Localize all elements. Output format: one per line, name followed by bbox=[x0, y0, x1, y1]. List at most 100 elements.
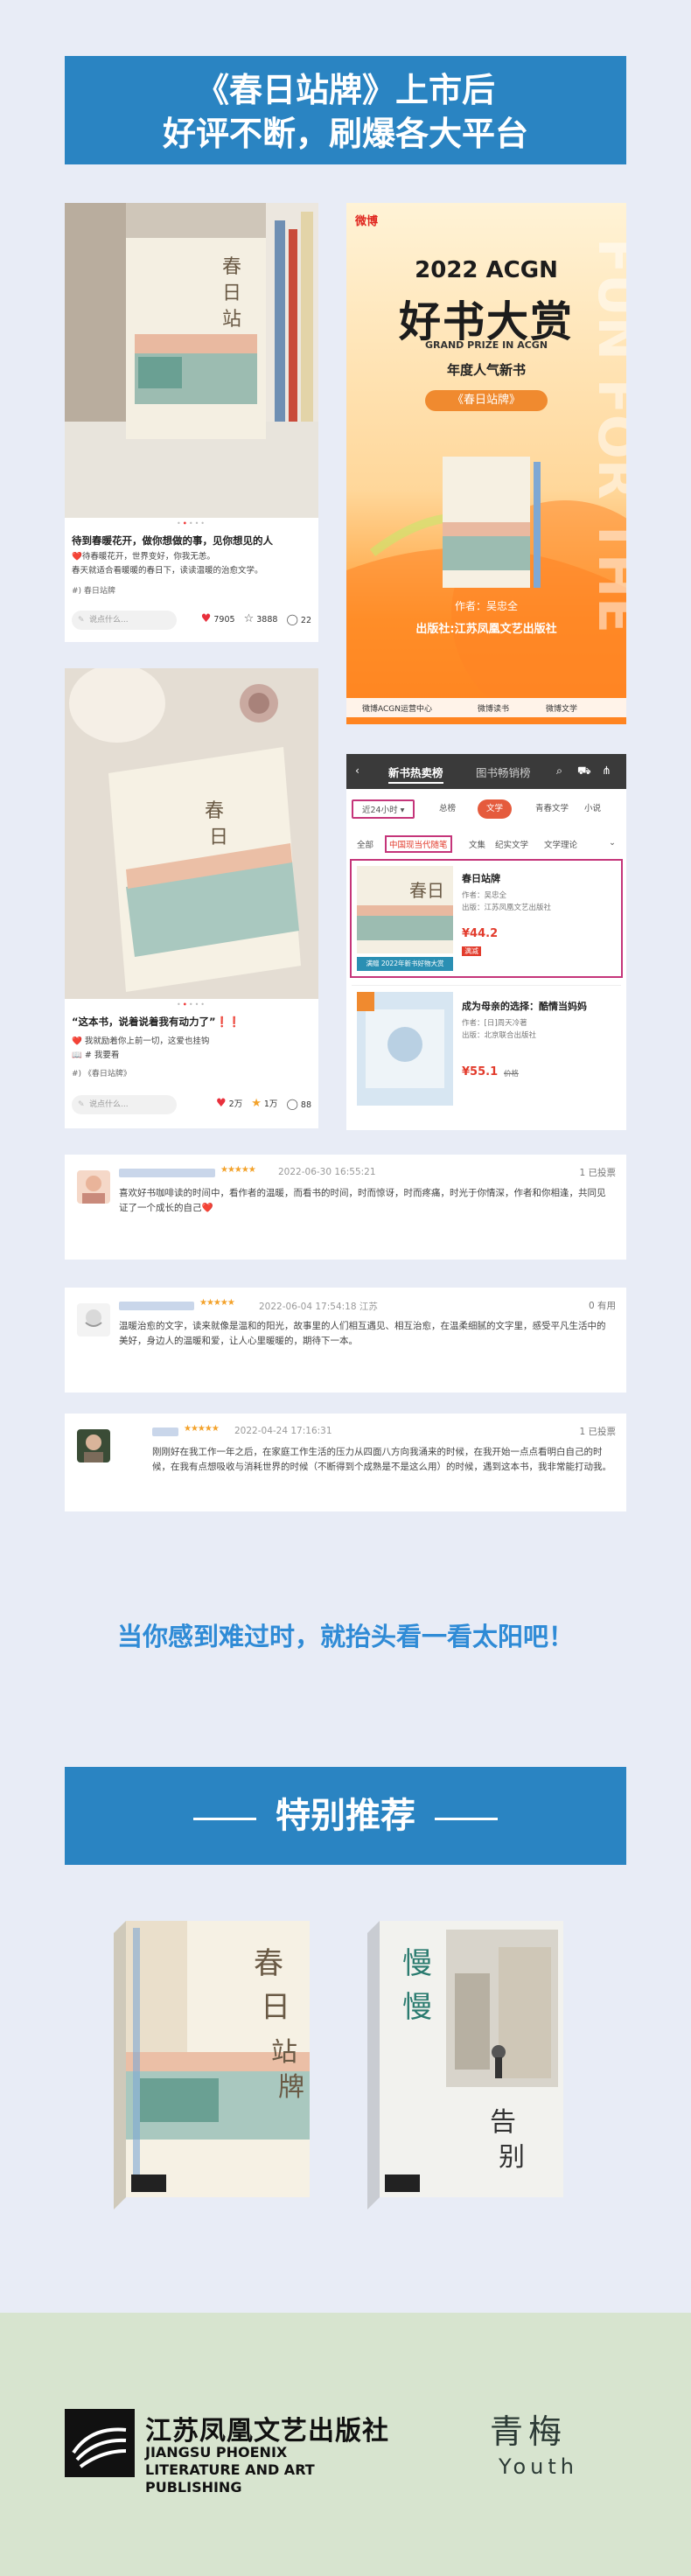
review-stars: ★★★★★ bbox=[184, 1424, 220, 1434]
useful-count[interactable]: 1 已投票 bbox=[579, 1425, 616, 1438]
review-text: 喜欢好书咖啡读的时间中，看作者的温暖，而看书的时间，时而惊讶，时而疼痛，时光于你… bbox=[119, 1188, 606, 1213]
book-2-title-3: 告 bbox=[490, 2107, 516, 2138]
chevron-down-icon[interactable]: ⌄ bbox=[609, 838, 616, 848]
subcat-documentary[interactable]: 纪实文学 bbox=[495, 838, 528, 850]
pill-all[interactable]: 总榜 bbox=[430, 799, 465, 819]
item-1-badge: 满减 bbox=[462, 946, 481, 956]
brand-name-cn: 青梅 bbox=[490, 2412, 568, 2451]
pill-novel[interactable]: 小说 bbox=[576, 799, 611, 819]
post-1-body-2: 春天就适合看暖暖的春日下，读读温暖的治愈文学。 bbox=[72, 566, 263, 576]
reviewer-name bbox=[119, 1169, 215, 1177]
reviewer-name bbox=[152, 1428, 178, 1436]
book-2-cover[interactable]: 慢 慢 告 别 bbox=[367, 1921, 569, 2209]
book-2-title-2: 慢 bbox=[402, 1990, 432, 2025]
review-stars: ★★★★★ bbox=[199, 1298, 235, 1308]
book-1-title-2: 日 bbox=[261, 1990, 290, 2025]
weibo-logo: 微博 bbox=[355, 215, 379, 228]
star-icon: ★ bbox=[251, 1097, 262, 1110]
reviewer-name bbox=[119, 1302, 194, 1310]
post-1-tag[interactable]: #) 春日站牌 bbox=[72, 584, 115, 596]
item-1-publisher: 出版：江苏凤凰文艺出版社 bbox=[462, 904, 552, 912]
comment-icon: ◯ bbox=[286, 612, 298, 625]
period-select[interactable]: 近24小时 ▾ bbox=[352, 799, 415, 819]
post-1-photo: 春 日 站 bbox=[65, 203, 318, 518]
back-icon[interactable]: ‹ bbox=[355, 764, 359, 777]
useful-count[interactable]: 1 已投票 bbox=[579, 1166, 616, 1179]
divider bbox=[193, 1817, 256, 1820]
pencil-icon: ✎ bbox=[78, 616, 85, 625]
pill-literature[interactable]: 文学 bbox=[478, 799, 513, 819]
heart-icon: ♥ bbox=[215, 1097, 227, 1110]
like-count: 2万 bbox=[228, 1100, 243, 1109]
post-2-stats: ♥ 2万 ★ 1万 ◯ 88 bbox=[216, 1097, 311, 1110]
search-icon[interactable]: ⌕ bbox=[556, 764, 562, 778]
like-button[interactable]: ♥ 2万 bbox=[216, 1097, 242, 1110]
comment-count: 88 bbox=[300, 1100, 311, 1110]
post-1-title: 待到春暖花开，做你想做的事，见你想见的人 bbox=[72, 534, 273, 547]
star-icon: ☆ bbox=[243, 612, 255, 625]
prize-author: 作者：吴忠全 bbox=[454, 600, 518, 612]
comment-icon: ◯ bbox=[286, 1097, 298, 1110]
item-1-title[interactable]: 春日站牌 bbox=[462, 871, 500, 885]
item-2-title[interactable]: 成为母亲的选择：酷情当妈妈 bbox=[462, 999, 587, 1013]
subcat-anthology[interactable]: 文集 bbox=[469, 838, 485, 850]
svg-text:春日: 春日 bbox=[409, 880, 444, 901]
post-2-photo: 春 日 bbox=[65, 668, 318, 999]
comment-button[interactable]: ◯ 88 bbox=[286, 1098, 311, 1110]
divider bbox=[352, 985, 621, 986]
carousel-dots: ••••• bbox=[177, 520, 206, 527]
slogan: 当你感到难过时，就抬头看一看太阳吧！ bbox=[116, 1622, 574, 1651]
favorite-count: 1万 bbox=[263, 1100, 278, 1109]
review-date: 2022-04-24 17:16:31 bbox=[234, 1426, 332, 1436]
comment-placeholder: 说点什么... bbox=[89, 1100, 129, 1109]
heart-icon: ♥ bbox=[200, 612, 212, 625]
useful-count[interactable]: 0 有用 bbox=[589, 1299, 616, 1312]
prize-book: 《春日站牌》 bbox=[425, 390, 548, 411]
review-2: ★★★★★ 2022-06-04 17:54:18 江苏 0 有用 温暖治愈的文… bbox=[65, 1288, 626, 1393]
prize-award: 年度人气新书 bbox=[446, 362, 526, 378]
review-3: ★★★★★ 2022-04-24 17:16:31 1 已投票 刚刚好在我工作一… bbox=[65, 1414, 626, 1511]
review-1: ★★★★★ 2022-06-30 16:55:21 1 已投票 喜欢好书咖啡读的… bbox=[65, 1155, 626, 1260]
period-label: 近24小时 bbox=[362, 806, 398, 815]
subcat-theory[interactable]: 文学理论 bbox=[544, 838, 577, 850]
book-1-cover[interactable]: 春 日 站 牌 bbox=[114, 1921, 315, 2209]
subcat-all[interactable]: 全部 bbox=[357, 838, 373, 850]
post-2-tag[interactable]: #) 《春日站牌》 bbox=[72, 1067, 131, 1079]
item-1-author: 作者：吴忠全 bbox=[462, 891, 507, 900]
publisher-name-en: JIANGSU PHOENIX LITERATURE AND ART PUBLI… bbox=[145, 2444, 315, 2496]
book-2-title-4: 别 bbox=[499, 2142, 525, 2173]
svg-text:春: 春 bbox=[205, 800, 224, 822]
social-post-1[interactable]: 春 日 站 ••••• 待到春暖花开，做你想做的事，见你想见的人 ❤️待春暖花开… bbox=[65, 203, 318, 642]
divider bbox=[435, 1817, 498, 1820]
recommend-title: 特别推荐 bbox=[276, 1795, 415, 1836]
carousel-dots-2: ••••• bbox=[177, 1001, 206, 1009]
post-1-stats: ♥ 7905 ☆ 3888 ◯ 22 bbox=[201, 612, 311, 625]
post-1-body-1: ❤️待春暖花开，世界变好，你我无恙。 bbox=[72, 552, 215, 562]
review-stars: ★★★★★ bbox=[220, 1165, 256, 1175]
cart-icon[interactable]: ⛟ bbox=[577, 764, 591, 778]
prize-en: GRAND PRIZE IN ACGN bbox=[424, 339, 548, 351]
post-2-comment-input[interactable]: ✎ 说点什么... bbox=[72, 1095, 177, 1114]
prize-poster: 微博 FUN FOR THE 2022 ACGN 好书大赏 GRAND PRIZ… bbox=[346, 203, 626, 724]
favorite-button[interactable]: ★ 1万 bbox=[251, 1097, 277, 1110]
item-1-cover: 春日 bbox=[357, 866, 453, 953]
review-date: 2022-06-04 17:54:18 江苏 bbox=[259, 1302, 378, 1312]
post-2-title: “这本书，说着说着我有动力了”❗❗ bbox=[72, 1016, 241, 1028]
comment-count: 22 bbox=[300, 615, 311, 625]
like-count: 7905 bbox=[213, 615, 235, 625]
ranking-topbar: ‹ 新书热卖榜 图书畅销榜 ⌕ ⛟ ⋔ bbox=[346, 754, 626, 789]
like-button[interactable]: ♥ 7905 bbox=[201, 612, 235, 625]
social-post-2[interactable]: 春 日 ••••• “这本书，说着说着我有动力了”❗❗ ❤️ 我就励着你上前一切… bbox=[65, 668, 318, 1128]
post-1-comment-input[interactable]: ✎ 说点什么... bbox=[72, 611, 177, 630]
item-1-price: ¥44.2 bbox=[462, 927, 499, 940]
tab-bestsellers[interactable]: 图书畅销榜 bbox=[476, 764, 531, 780]
banner-line-1: 《春日站牌》上市后 bbox=[195, 70, 495, 109]
avatar bbox=[77, 1303, 110, 1337]
favorite-button[interactable]: ☆ 3888 bbox=[244, 612, 278, 625]
subcat-essay[interactable]: 中国现当代随笔 bbox=[385, 835, 452, 853]
pill-youth[interactable]: 青春文学 bbox=[527, 799, 578, 819]
tab-new-books[interactable]: 新书热卖榜 bbox=[388, 764, 443, 784]
item-2-price: ¥55.1 bbox=[462, 1065, 499, 1079]
share-icon[interactable]: ⋔ bbox=[602, 764, 611, 777]
comment-button[interactable]: ◯ 22 bbox=[286, 613, 311, 625]
